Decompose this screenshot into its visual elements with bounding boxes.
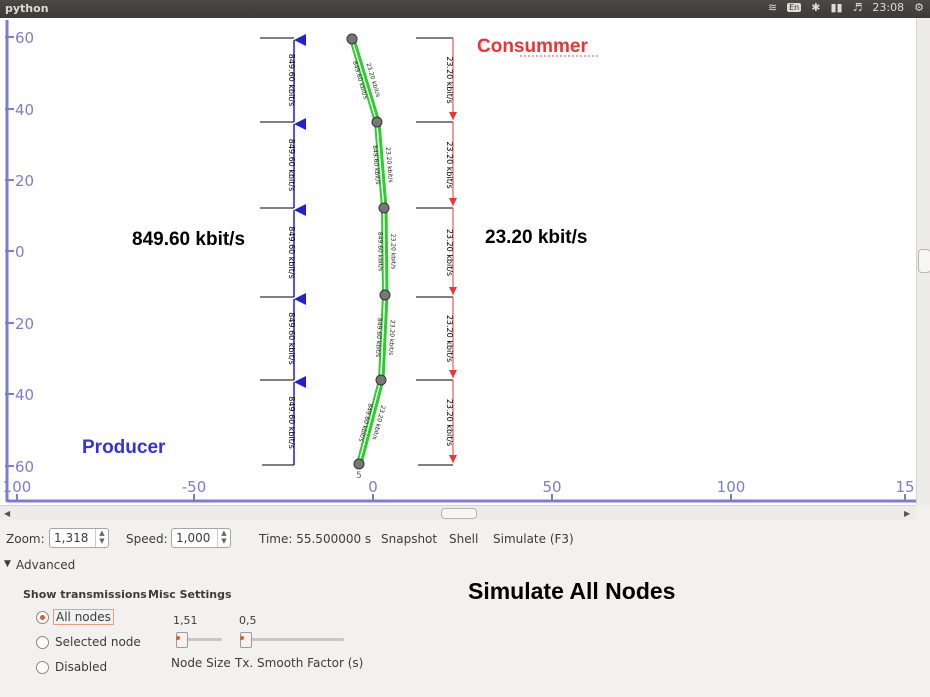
zoom-spinbox[interactable]: 1,318 ▲ ▼ (49, 528, 109, 548)
x-tick-label: 100 (717, 478, 746, 496)
consumer-link-rate: 23.20 kbit/s (445, 399, 454, 446)
speed-value: 1,000 (176, 531, 211, 545)
consumer-link-rate: 23.20 kbit/s (445, 56, 454, 103)
chain-link-rate: 849.60 kbit/s (374, 318, 383, 358)
x-tick-label: 100 (3, 478, 32, 496)
producer-link-rate: 849.60 kbit/s (287, 396, 296, 448)
scroll-right-icon[interactable]: ▶ (904, 509, 910, 518)
bluetooth-icon[interactable]: ✱ (811, 1, 820, 14)
producer-link-rate: 849.60 kbit/s (287, 54, 296, 106)
expander-triangle-icon[interactable]: ▼ (4, 559, 11, 569)
zoom-value: 1,318 (54, 531, 89, 545)
network-node (379, 289, 391, 301)
control-panel: Zoom: 1,318 ▲ ▼ Speed: 1,000 ▲ ▼ Time: 55.50… (0, 520, 930, 697)
scroll-left-icon[interactable]: ◀ (4, 509, 10, 518)
time-readout: Time: 55.500000 s (259, 532, 372, 546)
system-tray: ≋ En ✱ ▮▮ ♬ 23:08 ⚙ (768, 1, 924, 14)
producer-links: 849.60 kbit/s 849.60 kbit/s 849.60 kbit/s 8… (260, 34, 306, 466)
radio-all-nodes[interactable] (36, 611, 49, 624)
radio-selected-node[interactable] (36, 636, 49, 649)
x-tick-label: 15 (895, 478, 914, 496)
consumer-label: Consummer (477, 36, 588, 57)
consumer-links: 23.20 kbit/s 23.20 kbit/s 23.20 kbit/s 23.2… (416, 37, 457, 466)
speed-spinbox[interactable]: 1,000 ▲ ▼ (171, 528, 231, 548)
smooth-factor-slider-handle[interactable] (240, 632, 252, 648)
chain-link-line (384, 207, 389, 296)
network-node (371, 116, 383, 128)
vertical-scrollbar[interactable] (916, 18, 930, 505)
speed-label: Speed: (126, 532, 168, 546)
spin-arrows-icon[interactable]: ▲ ▼ (95, 529, 108, 547)
topology-svg: 60 40 20 0 20 40 60 100 -50 0 50 100 15 849.60 kbit… (3, 20, 916, 503)
simulate-all-nodes-annotation: Simulate All Nodes (468, 578, 676, 604)
producer-label: Producer (82, 437, 166, 458)
x-tick-label: 0 (368, 478, 378, 496)
battery-icon[interactable]: ▮▮ (830, 1, 842, 14)
smooth-factor-slider-track[interactable] (240, 638, 344, 641)
chain-link-rate: 23.20 kbit/s (389, 234, 396, 270)
y-tick-label: 40 (15, 101, 34, 119)
network-node (353, 458, 365, 470)
smooth-factor-label: Tx. Smooth Factor (s) (235, 656, 364, 670)
power-gear-icon[interactable]: ⚙ (914, 1, 924, 14)
y-tick-label: 60 (15, 29, 34, 47)
snapshot-button[interactable]: Snapshot (381, 532, 437, 546)
node-id-label: 5 (356, 471, 362, 481)
node-size-label: Node Size (171, 656, 231, 670)
chain-link-rate: 849.60 kbit/s (371, 145, 381, 185)
simulate-button[interactable]: Simulate (F3) (493, 532, 574, 546)
x-ticks: 100 -50 0 50 100 15 (3, 478, 915, 502)
misc-settings-heading: Misc Settings (148, 588, 232, 601)
producer-link-rate: 849.60 kbit/s (287, 312, 296, 364)
x-tick-label: 50 (542, 478, 561, 496)
chain-link-rate: 23.20 kbit/s (387, 320, 396, 356)
y-tick-label: 20 (15, 172, 34, 190)
network-node (378, 202, 390, 214)
keyboard-layout-indicator[interactable]: En (787, 3, 802, 12)
volume-icon[interactable]: ♬ (853, 1, 863, 14)
show-transmissions-heading: Show transmissions (23, 588, 147, 601)
shell-button[interactable]: Shell (449, 532, 478, 546)
producer-link-rate: 849.60 kbit/s (287, 139, 296, 191)
radio-disabled[interactable] (36, 661, 49, 674)
consumer-link-rate: 23.20 kbit/s (445, 141, 454, 188)
consumer-link-rate: 23.20 kbit/s (445, 229, 454, 276)
left-rate-label: 849.60 kbit/s (132, 229, 245, 250)
chain-link-rate: 23.20 kbit/s (384, 147, 394, 183)
y-tick-label: 20 (15, 315, 34, 333)
radio-label-all-nodes[interactable]: All nodes (53, 609, 114, 625)
window-titlebar: python ≋ En ✱ ▮▮ ♬ 23:08 ⚙ (0, 0, 930, 18)
zoom-label: Zoom: (6, 532, 45, 546)
horizontal-scroll-thumb[interactable] (441, 508, 477, 519)
network-node (346, 33, 358, 45)
spin-arrows-icon[interactable]: ▲ ▼ (217, 529, 230, 547)
simulation-canvas[interactable]: 60 40 20 0 20 40 60 100 -50 0 50 100 15 849.60 kbit… (0, 18, 916, 505)
chain-link-rate: 849.60 kbit/s (376, 232, 383, 271)
node-chain: 849.60 kbit/s23.20 kbit/s849.60 kbit/s 23… (346, 33, 397, 470)
y-tick-label: 60 (15, 458, 34, 476)
consumer-link-rate: 23.20 kbit/s (445, 315, 454, 362)
node-size-slider-handle[interactable] (176, 632, 188, 648)
y-tick-label: 0 (15, 243, 25, 261)
right-rate-label: 23.20 kbit/s (485, 227, 587, 248)
network-node (375, 374, 387, 386)
producer-link-rate: 849.60 kbit/s (287, 226, 296, 278)
radio-label-disabled[interactable]: Disabled (55, 660, 107, 674)
advanced-expander[interactable]: Advanced (16, 558, 75, 572)
chain-link-line (381, 294, 389, 381)
node-size-value: 1,51 (173, 614, 198, 627)
x-tick-label: -50 (182, 478, 207, 496)
y-ticks: 60 40 20 0 20 40 60 (5, 29, 34, 476)
horizontal-scrollbar[interactable]: ◀ ▶ (0, 505, 916, 520)
smooth-factor-value: 0,5 (239, 614, 257, 627)
wifi-icon[interactable]: ≋ (768, 1, 777, 14)
clock[interactable]: 23:08 (872, 1, 904, 14)
vertical-scroll-thumb[interactable] (918, 249, 930, 273)
y-tick-label: 40 (15, 386, 34, 404)
window-title: python (5, 2, 49, 15)
radio-label-selected-node[interactable]: Selected node (55, 635, 141, 649)
